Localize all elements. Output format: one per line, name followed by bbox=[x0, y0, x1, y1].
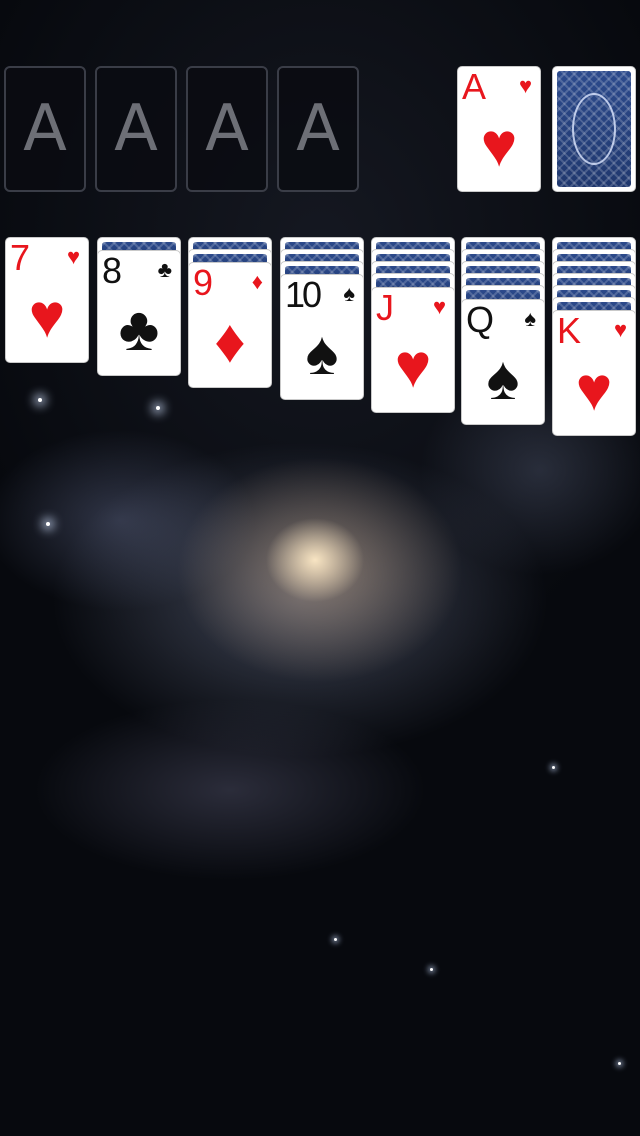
foundation-placeholder-label: A bbox=[23, 92, 67, 166]
star bbox=[38, 398, 42, 402]
foundation-pile-4[interactable]: A bbox=[277, 66, 359, 192]
heart-icon: ♥ bbox=[66, 244, 80, 269]
club-icon: ♣ bbox=[157, 257, 172, 282]
tableau-card-8-clubs[interactable]: 8 ♣ ♣ bbox=[97, 250, 181, 376]
foundation-placeholder-label: A bbox=[205, 92, 249, 166]
diamond-icon: ♦ bbox=[251, 269, 263, 294]
foundation-pile-1[interactable]: A bbox=[4, 66, 86, 192]
spade-icon: ♠ bbox=[486, 344, 520, 413]
star bbox=[156, 406, 160, 410]
heart-icon: ♥ bbox=[28, 282, 66, 351]
card-rank: 7 bbox=[10, 237, 31, 278]
tableau-card-q-spades[interactable]: Q ♠ ♠ bbox=[461, 299, 545, 425]
heart-icon: ♥ bbox=[575, 355, 613, 424]
heart-icon: ♥ bbox=[613, 317, 627, 342]
card-rank: 8 bbox=[102, 250, 123, 291]
stock-pile[interactable] bbox=[552, 66, 636, 192]
foundation-placeholder-label: A bbox=[114, 92, 158, 166]
card-back-pattern bbox=[557, 71, 631, 187]
heart-icon: ♥ bbox=[432, 294, 446, 319]
card-rank: A bbox=[462, 66, 487, 107]
waste-card[interactable]: A ♥ ♥ bbox=[457, 66, 541, 192]
foundation-pile-3[interactable]: A bbox=[186, 66, 268, 192]
heart-icon: ♥ bbox=[394, 332, 432, 401]
card-back-emblem-icon bbox=[572, 93, 616, 165]
tableau-card-7-hearts[interactable]: 7 ♥ ♥ bbox=[5, 237, 89, 363]
card-rank: 9 bbox=[193, 262, 214, 303]
spade-icon: ♠ bbox=[305, 319, 339, 388]
tableau-card-9-diamonds[interactable]: 9 ♦ ♦ bbox=[188, 262, 272, 388]
card-rank: J bbox=[376, 287, 394, 328]
star bbox=[618, 1062, 621, 1065]
diamond-icon: ♦ bbox=[214, 307, 246, 376]
star bbox=[430, 968, 433, 971]
heart-icon: ♥ bbox=[480, 111, 518, 180]
heart-icon: ♥ bbox=[518, 73, 532, 98]
foundation-pile-2[interactable]: A bbox=[95, 66, 177, 192]
star bbox=[46, 522, 50, 526]
tableau-card-j-hearts[interactable]: J ♥ ♥ bbox=[371, 287, 455, 413]
club-icon: ♣ bbox=[118, 295, 160, 364]
card-rank: 10 bbox=[285, 274, 322, 315]
spade-icon: ♠ bbox=[343, 281, 355, 306]
star bbox=[552, 766, 555, 769]
star bbox=[334, 938, 337, 941]
tableau-card-10-spades[interactable]: 10 ♠ ♠ bbox=[280, 274, 364, 400]
card-rank: Q bbox=[466, 299, 495, 340]
spade-icon: ♠ bbox=[524, 306, 536, 331]
tableau-card-k-hearts[interactable]: K ♥ ♥ bbox=[552, 310, 636, 436]
foundation-placeholder-label: A bbox=[296, 92, 340, 166]
card-rank: K bbox=[557, 310, 582, 351]
